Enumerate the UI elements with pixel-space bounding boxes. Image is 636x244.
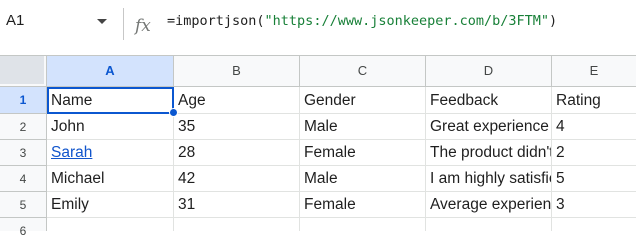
column-header-d[interactable]: D [426,56,552,87]
cell-c1[interactable]: Gender [300,87,426,114]
cell-d3[interactable]: The product didn't [426,140,552,166]
cell-a2[interactable]: John [47,114,174,140]
cell-b4[interactable]: 42 [174,166,300,192]
cell-d1[interactable]: Feedback [426,87,552,114]
select-all-icon [0,56,44,84]
cell-e5[interactable]: 3 [552,192,636,218]
formula-input[interactable]: =importjson("https://www.jsonkeeper.com/… [167,13,557,29]
cell-b3[interactable]: 28 [174,140,300,166]
formula-bar-divider [123,8,124,40]
cell-d5[interactable]: Average experience [426,192,552,218]
name-box[interactable]: A1 [0,0,113,47]
row-header-6[interactable]: 6 [0,218,47,238]
cell-b6[interactable] [174,218,300,231]
column-header-c[interactable]: C [300,56,426,87]
active-cell-outline [47,87,174,114]
cell-a4[interactable]: Michael [47,166,174,192]
row-header-3[interactable]: 3 [0,140,47,166]
cell-e2[interactable]: 4 [552,114,636,140]
cell-e4[interactable]: 5 [552,166,636,192]
cell-e1[interactable]: Rating [552,87,636,114]
cell-c2[interactable]: Male [300,114,426,140]
row-header-1[interactable]: 1 [0,87,47,114]
row-header-4[interactable]: 4 [0,166,47,192]
column-header-b[interactable]: B [174,56,300,87]
cell-c4[interactable]: Male [300,166,426,192]
column-header-a[interactable]: A [47,56,174,87]
column-header-e[interactable]: E [552,56,636,87]
cell-e6[interactable] [552,218,636,231]
cell-d4[interactable]: I am highly satisfied [426,166,552,192]
formula-closing-paren: ) [549,13,558,29]
cell-d2[interactable]: Great experience [426,114,552,140]
row-header-5[interactable]: 5 [0,192,47,218]
row-header-2[interactable]: 2 [0,114,47,140]
fill-handle[interactable] [169,108,178,117]
chevron-down-icon[interactable] [97,19,107,24]
cell-b5[interactable]: 31 [174,192,300,218]
formula-function: =importjson( [167,13,265,29]
cell-c6[interactable] [300,218,426,231]
cell-a3-link[interactable]: Sarah [47,140,174,166]
formula-bar: A1 fx =importjson("https://www.jsonkeepe… [0,0,636,47]
cell-a6[interactable] [47,218,174,231]
cell-b2[interactable]: 35 [174,114,300,140]
cell-b1[interactable]: Age [174,87,300,114]
cell-d6[interactable] [426,218,552,231]
spreadsheet-grid: A B C D E 1 2 3 4 5 6 Name Age Gender Fe… [0,56,636,238]
fx-icon: fx [135,16,151,36]
cell-c3[interactable]: Female [300,140,426,166]
name-box-value: A1 [6,12,25,29]
formula-url-string: "https://www.jsonkeeper.com/b/3FTM" [264,13,550,29]
cell-c5[interactable]: Female [300,192,426,218]
cell-e3[interactable]: 2 [552,140,636,166]
cell-a5[interactable]: Emily [47,192,174,218]
select-all-corner[interactable] [0,56,47,87]
